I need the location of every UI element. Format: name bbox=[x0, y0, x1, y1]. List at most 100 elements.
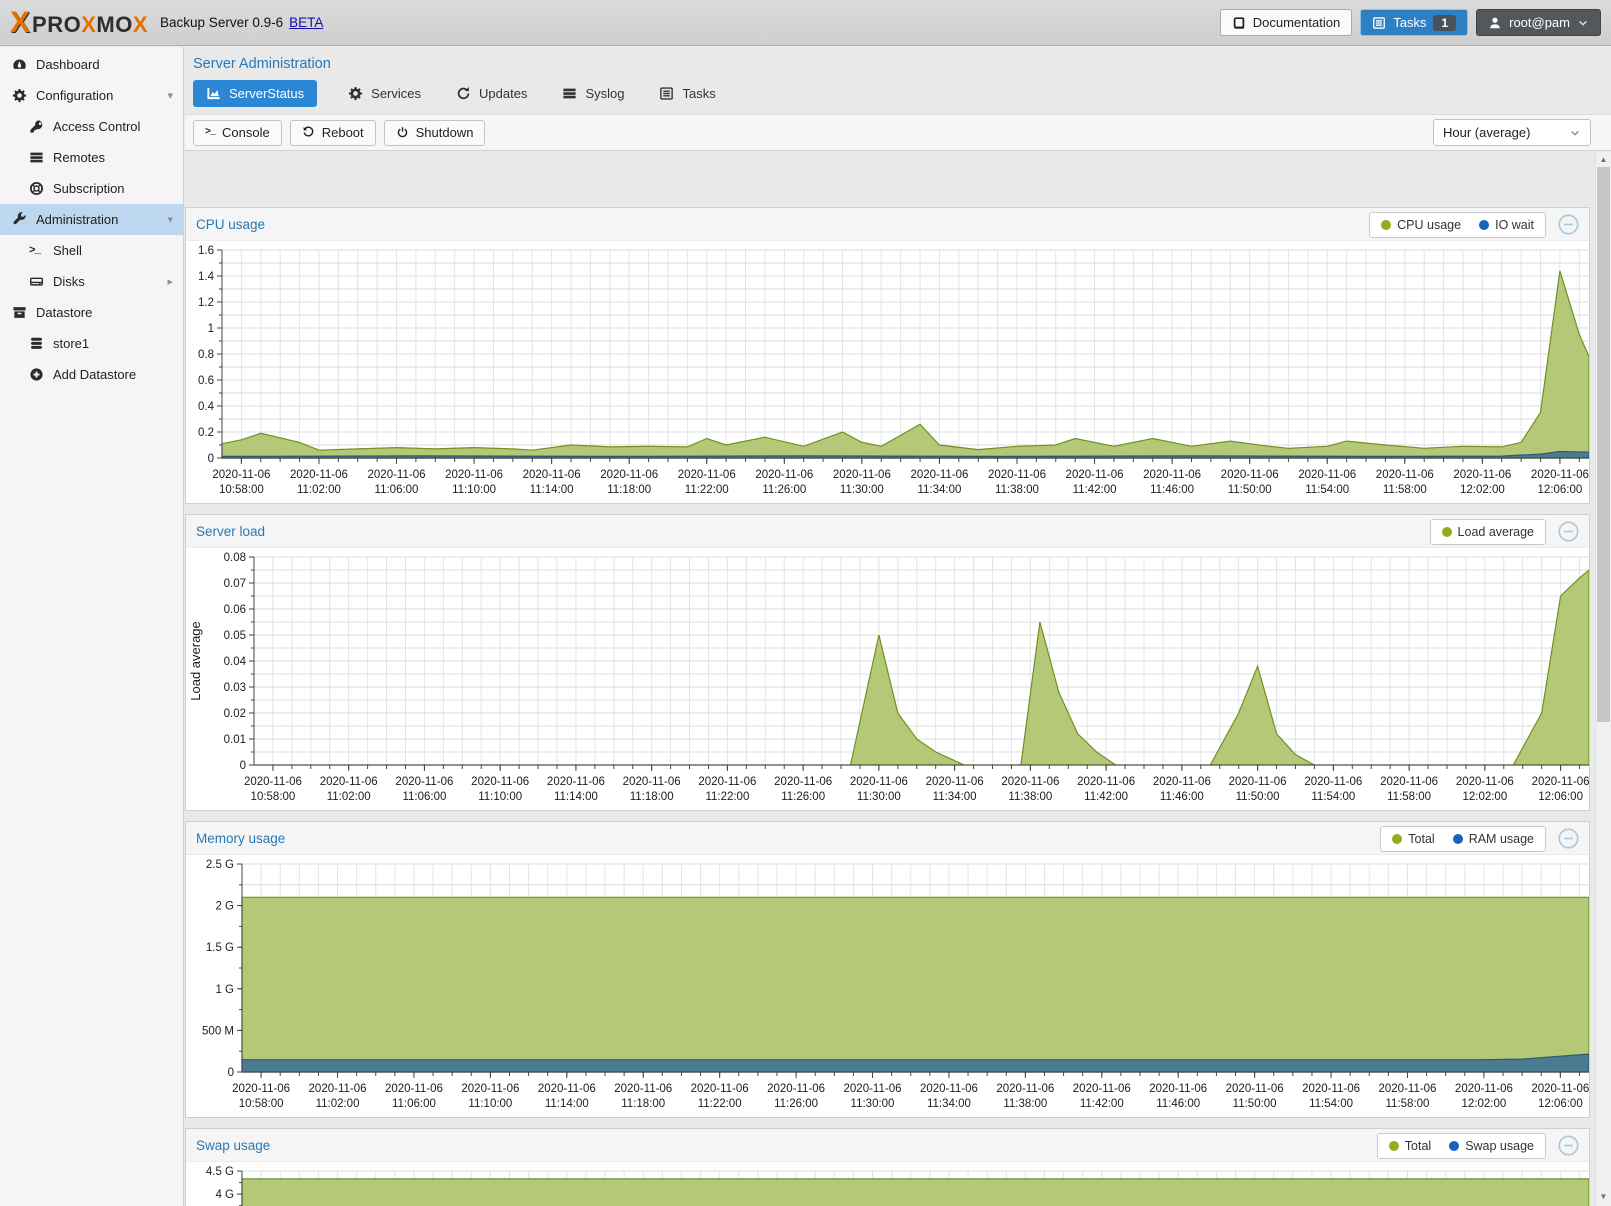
area-chart-icon bbox=[206, 86, 221, 101]
svg-text:4 G: 4 G bbox=[215, 1189, 234, 1201]
expand-caret-icon[interactable]: ▸ bbox=[167, 275, 173, 288]
reboot-label: Reboot bbox=[322, 125, 364, 140]
legend-item[interactable]: Total bbox=[1392, 832, 1434, 846]
sidebar-item-disks[interactable]: Disks ▸ bbox=[0, 266, 183, 297]
sidebar-item-dashboard[interactable]: Dashboard bbox=[0, 49, 183, 80]
gauge-icon bbox=[12, 57, 27, 72]
panel-header: Server load Load average bbox=[186, 515, 1589, 548]
collapse-panel-button[interactable] bbox=[1557, 213, 1580, 236]
vertical-scrollbar[interactable]: ▲ ▼ bbox=[1595, 152, 1611, 1206]
collapse-caret-icon[interactable]: ▾ bbox=[167, 89, 173, 102]
legend-label: CPU usage bbox=[1397, 218, 1461, 232]
svg-text:2020-11-0611:58:00: 2020-11-0611:58:00 bbox=[1378, 1083, 1436, 1110]
list-icon bbox=[562, 86, 577, 101]
tasks-label: Tasks bbox=[1393, 15, 1426, 30]
cpu-usage-chart: 00.20.40.60.811.21.41.62020-11-0610:58:0… bbox=[186, 241, 1589, 503]
tab-tasks[interactable]: Tasks bbox=[655, 80, 719, 107]
collapse-caret-icon[interactable]: ▾ bbox=[167, 213, 173, 226]
sidebar-item-configuration[interactable]: Configuration ▾ bbox=[0, 80, 183, 111]
swap-usage-panel: Swap usage TotalSwap usage 0500 M1 G1.5 … bbox=[185, 1128, 1590, 1206]
key-icon bbox=[29, 119, 44, 134]
documentation-button[interactable]: Documentation bbox=[1220, 9, 1352, 36]
cpu-usage-panel: CPU usage CPU usageIO wait 00.20.40.60.8… bbox=[185, 207, 1590, 504]
server-list-icon bbox=[29, 150, 44, 165]
scroll-down-arrow[interactable]: ▼ bbox=[1596, 1192, 1611, 1201]
svg-text:1: 1 bbox=[208, 323, 214, 335]
svg-text:2020-11-0611:10:00: 2020-11-0611:10:00 bbox=[461, 1083, 519, 1110]
database-icon bbox=[29, 336, 44, 351]
svg-text:0.8: 0.8 bbox=[198, 349, 214, 361]
legend-item[interactable]: Load average bbox=[1442, 525, 1534, 539]
legend-item[interactable]: CPU usage bbox=[1381, 218, 1461, 232]
console-button[interactable]: >_ Console bbox=[193, 120, 282, 146]
tab-updates[interactable]: Updates bbox=[452, 80, 531, 107]
legend-label: Load average bbox=[1458, 525, 1534, 539]
sidebar-item-shell[interactable]: >_ Shell bbox=[0, 235, 183, 266]
legend-dot bbox=[1442, 527, 1452, 537]
tab-label: Services bbox=[371, 86, 421, 101]
sidebar: Dashboard Configuration ▾ Access Control… bbox=[0, 47, 184, 1206]
tab-serverstatus[interactable]: ServerStatus bbox=[193, 80, 317, 107]
server-load-panel: Server load Load average 00.010.020.030.… bbox=[185, 514, 1590, 811]
tab-label: Updates bbox=[479, 86, 527, 101]
svg-text:2020-11-0611:58:00: 2020-11-0611:58:00 bbox=[1380, 776, 1438, 803]
sidebar-item-add-datastore[interactable]: Add Datastore bbox=[0, 359, 183, 390]
user-label: root@pam bbox=[1509, 15, 1570, 30]
chart-svg: 0500 M1 G1.5 G2 G2.5 G2020-11-0610:58:00… bbox=[186, 855, 1589, 1117]
svg-text:2020-11-0612:06:00: 2020-11-0612:06:00 bbox=[1532, 776, 1589, 803]
user-menu-button[interactable]: root@pam bbox=[1476, 9, 1601, 36]
tab-syslog[interactable]: Syslog bbox=[558, 80, 628, 107]
svg-text:1.6: 1.6 bbox=[198, 245, 214, 257]
plus-circle-icon bbox=[29, 367, 44, 382]
tab-services[interactable]: Services bbox=[344, 80, 425, 107]
collapse-panel-button[interactable] bbox=[1557, 1134, 1580, 1157]
svg-text:0.05: 0.05 bbox=[224, 630, 246, 642]
beta-link[interactable]: BETA bbox=[289, 15, 323, 30]
svg-text:2020-11-0611:14:00: 2020-11-0611:14:00 bbox=[547, 776, 605, 803]
product-version: Backup Server 0.9-6 bbox=[160, 15, 283, 30]
legend-item[interactable]: Total bbox=[1389, 1139, 1431, 1153]
tasks-button[interactable]: Tasks 1 bbox=[1360, 9, 1468, 36]
svg-text:2020-11-0611:10:00: 2020-11-0611:10:00 bbox=[471, 776, 529, 803]
legend-label: IO wait bbox=[1495, 218, 1534, 232]
sidebar-item-datastore[interactable]: Datastore bbox=[0, 297, 183, 328]
svg-text:2 G: 2 G bbox=[215, 901, 234, 913]
collapse-panel-button[interactable] bbox=[1557, 520, 1580, 543]
sidebar-item-access-control[interactable]: Access Control bbox=[0, 111, 183, 142]
svg-text:2020-11-0612:02:00: 2020-11-0612:02:00 bbox=[1453, 469, 1511, 496]
proxmox-x-icon: X bbox=[10, 8, 30, 38]
minus-circle-icon bbox=[1557, 520, 1580, 543]
sidebar-item-administration[interactable]: Administration ▾ bbox=[0, 204, 183, 235]
svg-text:2020-11-0611:46:00: 2020-11-0611:46:00 bbox=[1153, 776, 1211, 803]
sidebar-label: Subscription bbox=[53, 181, 125, 196]
sidebar-label: Shell bbox=[53, 243, 82, 258]
life-ring-icon bbox=[29, 181, 44, 196]
scroll-up-arrow[interactable]: ▲ bbox=[1596, 155, 1611, 164]
chevron-down-icon bbox=[1577, 17, 1589, 29]
shutdown-button[interactable]: Shutdown bbox=[384, 120, 486, 146]
svg-text:2020-11-0611:14:00: 2020-11-0611:14:00 bbox=[523, 469, 581, 496]
swap-usage-chart: 0500 M1 G1.5 G2 G2.5 G3 G3.5 G4 G4.5 G20… bbox=[186, 1162, 1589, 1206]
svg-text:0.07: 0.07 bbox=[224, 578, 246, 590]
reboot-button[interactable]: Reboot bbox=[290, 120, 376, 146]
legend-item[interactable]: IO wait bbox=[1479, 218, 1534, 232]
sidebar-item-remotes[interactable]: Remotes bbox=[0, 142, 183, 173]
legend-dot bbox=[1381, 220, 1391, 230]
legend-item[interactable]: Swap usage bbox=[1449, 1139, 1534, 1153]
legend-label: Total bbox=[1408, 832, 1434, 846]
svg-text:2020-11-0611:26:00: 2020-11-0611:26:00 bbox=[767, 1083, 825, 1110]
collapse-panel-button[interactable] bbox=[1557, 827, 1580, 850]
sidebar-item-subscription[interactable]: Subscription bbox=[0, 173, 183, 204]
timeframe-select[interactable]: Hour (average) bbox=[1433, 119, 1591, 146]
svg-text:2020-11-0611:38:00: 2020-11-0611:38:00 bbox=[1001, 776, 1059, 803]
timeframe-value: Hour (average) bbox=[1443, 125, 1530, 140]
legend-label: RAM usage bbox=[1469, 832, 1534, 846]
scrollbar-thumb[interactable] bbox=[1597, 167, 1610, 722]
legend-dot bbox=[1392, 834, 1402, 844]
sidebar-item-store1[interactable]: store1 bbox=[0, 328, 183, 359]
svg-text:2020-11-0610:58:00: 2020-11-0610:58:00 bbox=[232, 1083, 290, 1110]
panel-header: Swap usage TotalSwap usage bbox=[186, 1129, 1589, 1162]
server-load-chart: 00.010.020.030.040.050.060.070.082020-11… bbox=[186, 548, 1589, 810]
svg-text:4.5 G: 4.5 G bbox=[206, 1166, 234, 1178]
legend-item[interactable]: RAM usage bbox=[1453, 832, 1534, 846]
